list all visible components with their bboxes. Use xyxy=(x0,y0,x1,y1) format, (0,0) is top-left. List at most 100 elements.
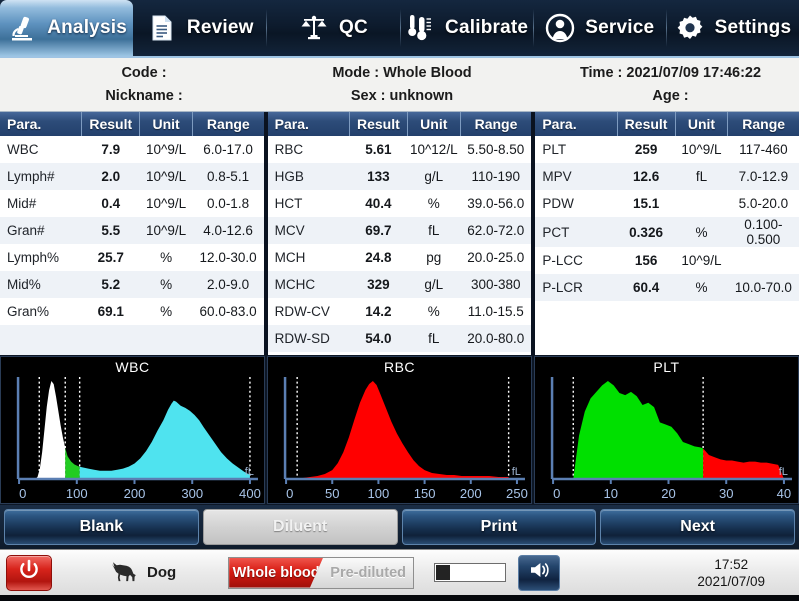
cell-para: HGB xyxy=(274,169,304,184)
column-header-unit: Unit xyxy=(407,112,461,136)
progress-fill xyxy=(436,565,450,580)
plt-histogram[interactable]: PLT 0 10 20 30 40 fL xyxy=(534,356,799,504)
axis-tick-label: 200 xyxy=(124,486,146,501)
cell-unit: 10^9/L xyxy=(681,142,722,157)
axis-tick-label: 200 xyxy=(460,486,482,501)
cell-range: 2.0-9.0 xyxy=(207,277,250,292)
table-row[interactable]: PCT 0.326% 0.100-0.500 xyxy=(535,217,799,247)
table-row[interactable]: WBC 7.9 10^9/L 6.0-17.0 xyxy=(0,136,264,163)
cell-range: 20.0-25.0 xyxy=(467,250,525,265)
clock: 17:52 2021/07/09 xyxy=(697,556,765,590)
user-icon xyxy=(544,11,576,45)
table-row[interactable]: Mid% 5.2% 2.0-9.0 xyxy=(0,271,264,298)
microscope-icon xyxy=(6,11,38,45)
balance-scale-icon xyxy=(298,11,330,45)
cell-result: 40.4 xyxy=(365,196,392,211)
tab-label: Calibrate xyxy=(445,17,529,38)
axis-tick-label: 40 xyxy=(777,486,792,501)
chart-region-large-cells xyxy=(703,448,784,479)
cell-range: 5.50-8.50 xyxy=(467,142,525,157)
cell-range: 11.0-15.5 xyxy=(467,304,524,319)
cell-range: 60.0-83.0 xyxy=(199,304,257,319)
cell-result: 69.1 xyxy=(97,304,124,319)
column-header-para: Para. xyxy=(267,112,350,136)
table-row[interactable]: HGB 133 g/L 110-190 xyxy=(267,163,532,190)
blank-button[interactable]: Blank xyxy=(4,509,199,545)
table-row[interactable]: Lymph# 2.0 10^9/L 0.8-5.1 xyxy=(0,163,264,190)
column-header-range: Range xyxy=(727,112,799,136)
tab-label: Analysis xyxy=(47,17,127,38)
next-button[interactable]: Next xyxy=(600,509,795,545)
tab-analysis[interactable]: Analysis xyxy=(0,0,134,56)
volume-button[interactable] xyxy=(518,554,561,591)
column-header-unit: Unit xyxy=(139,112,193,136)
speaker-icon xyxy=(528,560,550,585)
table-row[interactable]: MCH 24.8 pg 20.0-25.0 xyxy=(267,244,532,271)
tab-review[interactable]: Review xyxy=(133,0,266,56)
chart-title: WBC xyxy=(115,359,150,375)
mode-pre-diluted[interactable]: Pre-diluted xyxy=(323,558,413,588)
tab-label: QC xyxy=(338,17,368,38)
tab-qc[interactable]: QC xyxy=(266,0,399,56)
print-button[interactable]: Print xyxy=(401,509,597,545)
column-header-result: Result xyxy=(349,112,408,136)
cell-para: Mid% xyxy=(7,277,41,292)
cell-result: 133 xyxy=(367,169,390,184)
axis-tick-label: 0 xyxy=(286,486,293,501)
axis-tick-label: 20 xyxy=(661,486,676,501)
cell-range: 0.0-1.8 xyxy=(207,196,250,211)
table-row[interactable]: MCV 69.7 fL 62.0-72.0 xyxy=(267,217,532,244)
cell-unit: fL xyxy=(695,169,708,184)
table-row[interactable]: Mid# 0.4 10^9/L 0.0-1.8 xyxy=(0,190,264,217)
cell-result: 5.5 xyxy=(101,223,121,238)
table-row[interactable]: RBC 5.61 10^12/L 5.50-8.50 xyxy=(267,136,532,163)
power-button[interactable] xyxy=(6,554,52,591)
tab-label: Service xyxy=(585,17,655,38)
tab-label: Review xyxy=(186,17,254,38)
table-row[interactable]: MPV 12.6 fL 7.0-12.9 xyxy=(535,163,799,190)
cell-result: 54.0 xyxy=(365,331,392,346)
mode-whole-blood[interactable]: Whole blood xyxy=(229,557,324,588)
table-row[interactable]: P-LCC 156 10^9/L xyxy=(535,247,799,274)
cell-para: Gran% xyxy=(7,304,50,319)
axis-tick-label: 250 xyxy=(506,486,528,501)
table-row[interactable]: HCT 40.4% 39.0-56.0 xyxy=(267,190,532,217)
wbc-histogram[interactable]: WBC 0 100 200 300 400 fL xyxy=(0,356,265,504)
tab-service[interactable]: Service xyxy=(532,0,666,56)
table-row[interactable]: PLT 259 10^9/L 117-460 xyxy=(535,136,799,163)
info-row-2: Nickname : Sex : unknown Age : xyxy=(0,84,799,107)
column-header-unit: Unit xyxy=(675,112,729,136)
axis-tick-label: 50 xyxy=(325,486,340,501)
tab-settings[interactable]: Settings xyxy=(665,0,799,56)
clock-time: 17:52 xyxy=(714,556,749,572)
time-value: Time : 2021/07/09 17:46:22 xyxy=(579,64,762,81)
cell-result: 14.2 xyxy=(365,304,392,319)
code-label: Code : xyxy=(121,64,167,81)
results-tables: Para. Result Unit Range WBC 7.9 10^9/L 6.0-17.0… xyxy=(0,112,799,355)
table-row[interactable]: RDW-CV 14.2% 11.0-15.5 xyxy=(267,298,532,325)
axis-tick-label: 400 xyxy=(239,486,261,501)
axis-tick-label: 0 xyxy=(19,486,26,501)
table-row[interactable]: RDW-SD 54.0 fL 20.0-80.0 xyxy=(267,325,532,352)
cell-para: Lymph% xyxy=(7,250,60,265)
table-row[interactable]: PDW 15.1 5.0-20.0 xyxy=(535,190,799,217)
tab-calibrate[interactable]: Calibrate xyxy=(399,0,533,56)
plt-group: Para. Result Unit Range PLT 259 10^9/L 117-460 M… xyxy=(535,112,799,355)
axis-tick-label: 30 xyxy=(719,486,734,501)
cell-range: 110-190 xyxy=(471,169,521,184)
sample-mode-toggle[interactable]: Whole blood Pre-diluted xyxy=(228,556,415,589)
species-selector[interactable]: Dog xyxy=(110,559,176,587)
table-row[interactable]: Lymph% 25.7% 12.0-30.0 xyxy=(0,244,264,271)
cell-range: 62.0-72.0 xyxy=(467,223,525,238)
table-row[interactable]: Gran# 5.5 10^9/L 4.0-12.6 xyxy=(0,217,264,244)
rbc-histogram[interactable]: RBC 0 50 100 150 200 250 fL xyxy=(267,356,532,504)
nickname-label: Nickname : xyxy=(105,87,183,104)
cell-unit: g/L xyxy=(424,169,444,184)
cell-result: 12.6 xyxy=(632,169,660,184)
table-row[interactable]: Gran% 69.1% 60.0-83.0 xyxy=(0,298,264,325)
axis-unit-label: fL xyxy=(512,466,521,478)
table-row[interactable]: P-LCR 60.4% 10.0-70.0 xyxy=(535,274,799,301)
info-row-1: Code : Mode : Whole Blood Time : 2021/07… xyxy=(0,61,799,84)
cell-unit: fL xyxy=(428,331,440,346)
table-row[interactable]: MCHC 329 g/L 300-380 xyxy=(267,271,532,298)
